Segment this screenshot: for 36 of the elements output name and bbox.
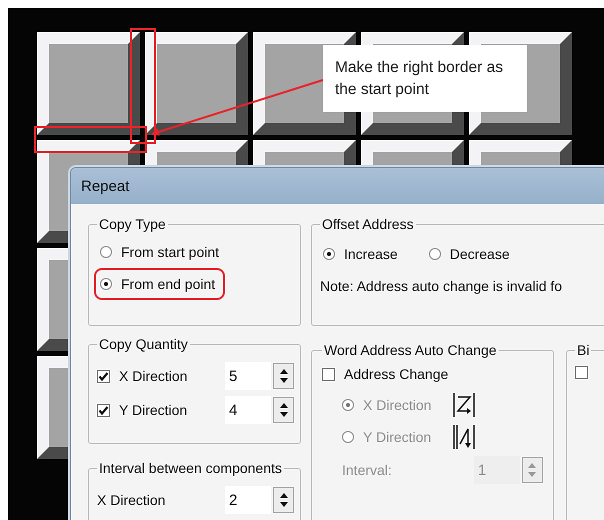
checkbox-label[interactable]: X Direction xyxy=(119,368,188,384)
group-title: Bi xyxy=(576,342,590,358)
group-title: Offset Address xyxy=(321,216,415,232)
note-text: Note: Address auto change is invalid fo xyxy=(320,278,564,294)
callout-tooltip: Make the right border as the start point xyxy=(323,45,527,112)
group-title: Word Address Auto Change xyxy=(323,342,498,358)
group-title: Interval between components xyxy=(98,460,283,476)
z-order-icon xyxy=(453,392,476,418)
field-label: X Direction xyxy=(97,492,166,508)
radio-label[interactable]: From end point xyxy=(121,276,216,292)
window-title: Repeat xyxy=(81,178,130,194)
number-field[interactable]: 2 xyxy=(225,486,271,514)
checkbox[interactable] xyxy=(322,368,335,380)
checkbox[interactable] xyxy=(97,370,110,382)
radio-button[interactable] xyxy=(323,248,335,260)
checkbox[interactable] xyxy=(575,366,588,379)
radio-button[interactable] xyxy=(428,248,441,260)
field-label: Interval: xyxy=(342,462,392,478)
radio-label[interactable]: Decrease xyxy=(450,246,510,262)
radio-label[interactable]: From start point xyxy=(121,244,220,260)
radio-button[interactable] xyxy=(100,278,112,290)
number-field[interactable]: 4 xyxy=(225,396,271,424)
radio-label[interactable]: Increase xyxy=(344,246,398,262)
spinner-icon[interactable] xyxy=(273,397,294,423)
spinner-icon[interactable] xyxy=(273,487,294,513)
number-field[interactable]: 5 xyxy=(225,362,271,390)
checkbox-label[interactable]: Y Direction xyxy=(119,402,188,418)
spinner-icon[interactable] xyxy=(273,363,294,389)
group-title: Copy Type xyxy=(98,216,167,232)
checkmark-icon xyxy=(98,404,109,416)
n-order-icon xyxy=(453,424,476,450)
checkmark-icon xyxy=(98,370,109,382)
radio-button[interactable] xyxy=(100,246,112,258)
group-title: Copy Quantity xyxy=(98,336,189,352)
checkbox[interactable] xyxy=(97,404,110,416)
checkbox-label[interactable]: Address Change xyxy=(344,366,448,382)
